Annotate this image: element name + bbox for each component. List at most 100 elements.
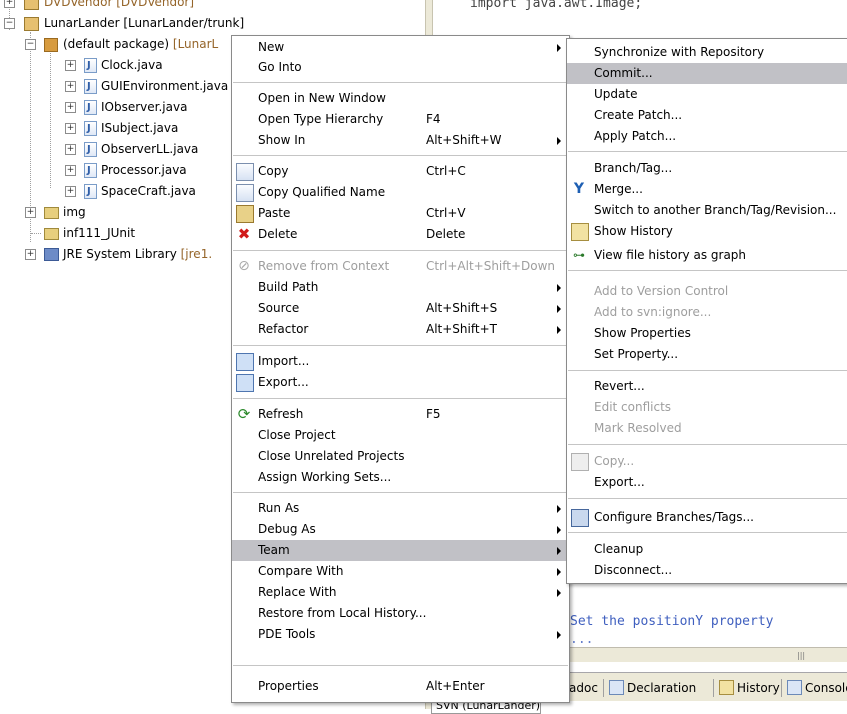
copy-icon bbox=[236, 163, 254, 181]
menu-item-show-properties[interactable]: Show Properties bbox=[567, 323, 847, 344]
java-file-icon bbox=[84, 57, 97, 75]
menu-item-add-to-version-control[interactable]: Add to Version Control bbox=[567, 281, 847, 302]
menu-item-assign-working-sets[interactable]: Assign Working Sets... bbox=[232, 467, 569, 488]
menu-item-new[interactable]: New bbox=[232, 37, 569, 58]
context-menu: New Go Into Open in New Window Open Type… bbox=[231, 35, 570, 703]
menu-item-close-project[interactable]: Close Project bbox=[232, 425, 569, 446]
menu-item-label: Build Path bbox=[258, 280, 319, 294]
tab-label: adoc bbox=[569, 681, 598, 695]
menu-item-update[interactable]: Update bbox=[567, 84, 847, 105]
tree-item-file[interactable]: + Clock.java bbox=[0, 56, 230, 75]
java-file-icon bbox=[84, 141, 97, 159]
menu-item-delete[interactable]: ✖ Delete Delete bbox=[232, 224, 569, 245]
tab-console[interactable]: Console bbox=[785, 679, 847, 697]
menu-item-commit[interactable]: Commit... bbox=[567, 63, 847, 84]
menu-item-open-type-hierarchy[interactable]: Open Type Hierarchy F4 bbox=[232, 109, 569, 130]
tree-item-lunarlander-project[interactable]: − LunarLander [LunarLander/trunk] bbox=[0, 14, 260, 32]
menu-item-merge[interactable]: Y Merge... bbox=[567, 179, 847, 200]
menu-item-create-patch[interactable]: Create Patch... bbox=[567, 105, 847, 126]
submenu-arrow-icon bbox=[557, 505, 561, 513]
menu-item-revert[interactable]: Revert... bbox=[567, 376, 847, 397]
tree-item-file[interactable]: + Processor.java bbox=[0, 161, 230, 180]
expand-icon[interactable]: + bbox=[4, 0, 15, 8]
tree-item-file[interactable]: + SpaceCraft.java bbox=[0, 182, 230, 201]
menu-item-view-history-graph[interactable]: ⊶ View file history as graph bbox=[567, 245, 847, 266]
menu-item-disconnect[interactable]: Disconnect... bbox=[567, 560, 847, 581]
menu-item-build-path[interactable]: Build Path bbox=[232, 277, 569, 298]
tree-item-file[interactable]: + GUIEnvironment.java bbox=[0, 77, 230, 96]
menu-item-restore-from-local-history[interactable]: Restore from Local History... bbox=[232, 603, 569, 624]
menu-item-copy-qualified-name[interactable]: Copy Qualified Name bbox=[232, 182, 569, 203]
menu-item-copy[interactable]: Copy Ctrl+C bbox=[232, 161, 569, 182]
menu-item-branch-tag[interactable]: Branch/Tag... bbox=[567, 158, 847, 179]
menu-item-copy[interactable]: Copy... bbox=[567, 451, 847, 472]
menu-item-mark-resolved[interactable]: Mark Resolved bbox=[567, 418, 847, 439]
tree-item-img-folder[interactable]: + img bbox=[0, 203, 230, 221]
menu-item-run-as[interactable]: Run As bbox=[232, 498, 569, 519]
menu-item-label: Switch to another Branch/Tag/Revision... bbox=[594, 203, 837, 217]
menu-item-label: Compare With bbox=[258, 564, 344, 578]
menu-item-synchronize-with-repository[interactable]: Synchronize with Repository bbox=[567, 42, 847, 63]
expand-icon[interactable]: + bbox=[65, 144, 76, 155]
menu-item-source[interactable]: Source Alt+Shift+S bbox=[232, 298, 569, 319]
menu-item-set-property[interactable]: Set Property... bbox=[567, 344, 847, 365]
expand-icon[interactable]: + bbox=[25, 207, 36, 218]
bottom-view-tabbar: adoc Declaration History Console bbox=[567, 672, 847, 701]
menu-item-show-history[interactable]: Show History bbox=[567, 221, 847, 242]
expand-icon[interactable]: + bbox=[25, 249, 36, 260]
menu-item-label: Export... bbox=[594, 475, 645, 489]
menu-item-cleanup[interactable]: Cleanup bbox=[567, 539, 847, 560]
menu-item-switch-branch[interactable]: Switch to another Branch/Tag/Revision... bbox=[567, 200, 847, 221]
tab-history[interactable]: History bbox=[717, 679, 780, 697]
menu-item-label: Show History bbox=[594, 224, 673, 238]
code-comment: ... bbox=[570, 632, 594, 647]
tree-item-label: Clock.java bbox=[101, 58, 163, 72]
menu-item-label: Team bbox=[258, 543, 290, 557]
menu-item-compare-with[interactable]: Compare With bbox=[232, 561, 569, 582]
tab-javadoc[interactable]: adoc bbox=[569, 679, 598, 697]
menu-item-add-to-svn-ignore[interactable]: Add to svn:ignore... bbox=[567, 302, 847, 323]
java-file-icon bbox=[84, 120, 97, 138]
expand-icon[interactable]: + bbox=[65, 81, 76, 92]
menu-item-show-in[interactable]: Show In Alt+Shift+W bbox=[232, 130, 569, 151]
menu-item-paste[interactable]: Paste Ctrl+V bbox=[232, 203, 569, 224]
tree-item-junit-folder[interactable]: inf111_JUnit bbox=[0, 224, 230, 242]
menu-item-team[interactable]: Team bbox=[232, 540, 569, 561]
tree-item-label: Processor.java bbox=[101, 163, 187, 177]
menu-item-apply-patch[interactable]: Apply Patch... bbox=[567, 126, 847, 147]
menu-item-export[interactable]: Export... bbox=[567, 472, 847, 493]
expand-icon[interactable]: + bbox=[65, 165, 76, 176]
menu-item-refactor[interactable]: Refactor Alt+Shift+T bbox=[232, 319, 569, 340]
tree-item-jre-library[interactable]: + JRE System Library [jre1. bbox=[0, 245, 230, 263]
menu-item-remove-from-context[interactable]: ⊘ Remove from Context Ctrl+Alt+Shift+Down bbox=[232, 256, 569, 277]
menu-item-configure-branches-tags[interactable]: Configure Branches/Tags... bbox=[567, 507, 847, 528]
menu-item-pde-tools[interactable]: PDE Tools bbox=[232, 624, 569, 645]
menu-item-properties[interactable]: Properties Alt+Enter bbox=[232, 676, 569, 697]
menu-item-debug-as[interactable]: Debug As bbox=[232, 519, 569, 540]
collapse-icon[interactable]: − bbox=[25, 39, 36, 50]
tree-item-file[interactable]: + ObserverLL.java bbox=[0, 140, 230, 159]
menu-item-export[interactable]: Export... bbox=[232, 372, 569, 393]
expand-icon[interactable]: + bbox=[65, 186, 76, 197]
menu-item-label: Merge... bbox=[594, 182, 643, 196]
menu-item-import[interactable]: Import... bbox=[232, 351, 569, 372]
menu-item-label: Copy Qualified Name bbox=[258, 185, 386, 199]
java-file-icon bbox=[84, 183, 97, 201]
tree-item-dvdvendor[interactable]: + DVDVendor [DVDVendor] bbox=[0, 0, 300, 11]
menu-item-close-unrelated-projects[interactable]: Close Unrelated Projects bbox=[232, 446, 569, 467]
tab-declaration[interactable]: Declaration bbox=[607, 679, 696, 697]
menu-item-go-into[interactable]: Go Into bbox=[232, 57, 569, 78]
menu-item-refresh[interactable]: ⟳ Refresh F5 bbox=[232, 404, 569, 425]
expand-icon[interactable]: + bbox=[65, 123, 76, 134]
menu-item-open-in-new-window[interactable]: Open in New Window bbox=[232, 88, 569, 109]
tree-item-file[interactable]: + ISubject.java bbox=[0, 119, 230, 138]
tree-item-default-package[interactable]: − (default package) [LunarL bbox=[0, 35, 240, 53]
menu-item-replace-with[interactable]: Replace With bbox=[232, 582, 569, 603]
expand-icon[interactable]: + bbox=[65, 102, 76, 113]
refresh-icon: ⟳ bbox=[237, 405, 251, 423]
horizontal-scrollbar[interactable]: ||| bbox=[567, 647, 847, 662]
collapse-icon[interactable]: − bbox=[4, 18, 15, 29]
tree-item-file[interactable]: + IObserver.java bbox=[0, 98, 230, 117]
expand-icon[interactable]: + bbox=[65, 60, 76, 71]
menu-item-edit-conflicts[interactable]: Edit conflicts bbox=[567, 397, 847, 418]
